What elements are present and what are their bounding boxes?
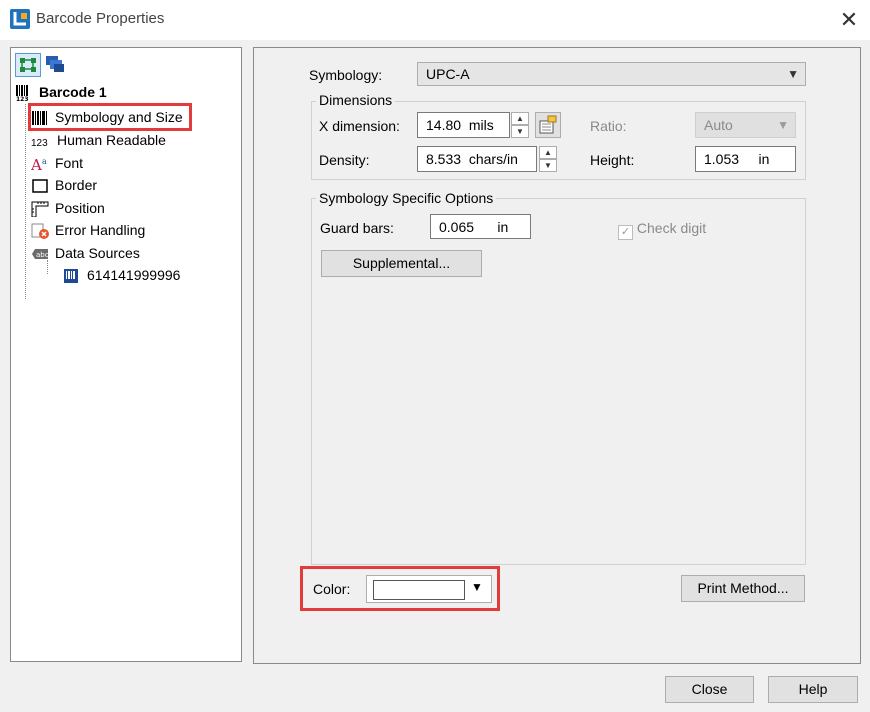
tree-item-label: Data Sources [55, 245, 140, 261]
x-dimension-field[interactable]: 14.80 mils [417, 112, 510, 138]
barcode-icon [31, 110, 49, 126]
symbology-value: UPC-A [426, 66, 470, 82]
app-icon [10, 9, 30, 29]
guard-bars-label: Guard bars: [320, 220, 394, 236]
svg-text:a: a [42, 157, 47, 166]
layers-view-button[interactable] [43, 53, 69, 77]
density-unit: chars/in [468, 151, 518, 167]
x-dimension-unit: mils [468, 117, 494, 133]
tree-item-label: Error Handling [55, 222, 146, 238]
tree-item-label: Position [55, 200, 105, 216]
options-title: Symbology Specific Options [316, 190, 497, 206]
help-button[interactable]: Help [768, 676, 858, 703]
density-up[interactable]: ▲ [539, 146, 557, 159]
color-label: Color: [313, 581, 351, 597]
x-dimension-down[interactable]: ▼ [511, 125, 529, 138]
density-value: 8.533 [426, 151, 462, 167]
tree-item-label: Font [55, 155, 84, 171]
caret-down-icon: ▼ [471, 580, 483, 594]
tree-item-label: Human Readable [57, 132, 166, 148]
tree-item-position[interactable]: Position [31, 197, 105, 219]
tree-panel: 123 Barcode 1 Symbology and Size 123 Huma… [10, 47, 242, 662]
title-bar: Barcode Properties ✕ [0, 0, 870, 40]
border-icon [31, 178, 49, 194]
check-digit-checkbox[interactable]: ✓ Check digit [618, 220, 706, 240]
window-title: Barcode Properties [36, 10, 165, 27]
tree-root[interactable]: 123 Barcode 1 [15, 84, 107, 103]
error-icon [31, 223, 49, 240]
checkmark-icon: ✓ [618, 225, 633, 240]
tree-item-symbology[interactable]: Symbology and Size [28, 103, 192, 131]
calculator-icon [539, 115, 557, 134]
supplemental-button[interactable]: Supplemental... [321, 250, 482, 277]
barcode-root-icon: 123 [15, 85, 33, 103]
tree-item-font[interactable]: Aa Font [30, 152, 84, 174]
guard-bars-unit: in [497, 219, 509, 235]
tree-item-label: Border [55, 177, 98, 193]
color-swatch [373, 580, 465, 600]
close-window-icon[interactable]: ✕ [834, 6, 864, 34]
tree-line [25, 104, 27, 299]
print-method-button[interactable]: Print Method... [681, 575, 805, 602]
dimensions-title: Dimensions [316, 92, 396, 108]
svg-text:123: 123 [16, 96, 29, 101]
tree-view-button[interactable] [15, 53, 41, 77]
check-digit-label: Check digit [636, 220, 707, 236]
tree-item-data-source-child[interactable]: 614141999996 [63, 264, 180, 286]
tree-line [47, 260, 49, 274]
tree-item-error-handling[interactable]: Error Handling [31, 219, 145, 241]
ratio-label: Ratio: [590, 118, 627, 134]
ratio-select[interactable]: Auto ▼ [695, 112, 796, 138]
height-value: 1.053 [704, 151, 740, 167]
calculator-button[interactable] [535, 112, 561, 138]
svg-text:abc: abc [36, 251, 49, 259]
x-dimension-up[interactable]: ▲ [511, 112, 529, 125]
color-picker[interactable]: ▼ [366, 575, 492, 603]
ratio-value: Auto [704, 117, 733, 133]
chevron-down-icon: ▼ [777, 118, 789, 132]
barcode-doc-icon [63, 268, 81, 284]
digits-icon: 123 [31, 138, 48, 150]
symbology-select[interactable]: UPC-A ▼ [417, 62, 806, 86]
height-label: Height: [590, 152, 635, 168]
close-button[interactable]: Close [665, 676, 754, 703]
guard-bars-value: 0.065 [439, 219, 475, 235]
x-dimension-label: X dimension: [319, 118, 400, 134]
x-dimension-value: 14.80 [426, 117, 462, 133]
height-field[interactable]: 1.053 in [695, 146, 796, 172]
density-field[interactable]: 8.533 chars/in [417, 146, 537, 172]
chevron-down-icon: ▼ [787, 67, 799, 81]
height-unit: in [758, 151, 770, 167]
tree-item-human-readable[interactable]: 123 Human Readable [31, 129, 166, 151]
symbology-label: Symbology: [309, 67, 383, 83]
tree-root-label: Barcode 1 [39, 84, 107, 100]
font-icon: Aa [30, 156, 49, 174]
svg-text:A: A [31, 156, 42, 172]
guard-bars-field[interactable]: 0.065 in [430, 214, 531, 239]
density-down[interactable]: ▼ [539, 159, 557, 172]
tree-item-label: 614141999996 [87, 267, 181, 283]
tree-item-label: Symbology and Size [55, 109, 183, 125]
ruler-icon [31, 201, 49, 218]
tree-item-border[interactable]: Border [31, 174, 97, 196]
density-label: Density: [319, 152, 370, 168]
